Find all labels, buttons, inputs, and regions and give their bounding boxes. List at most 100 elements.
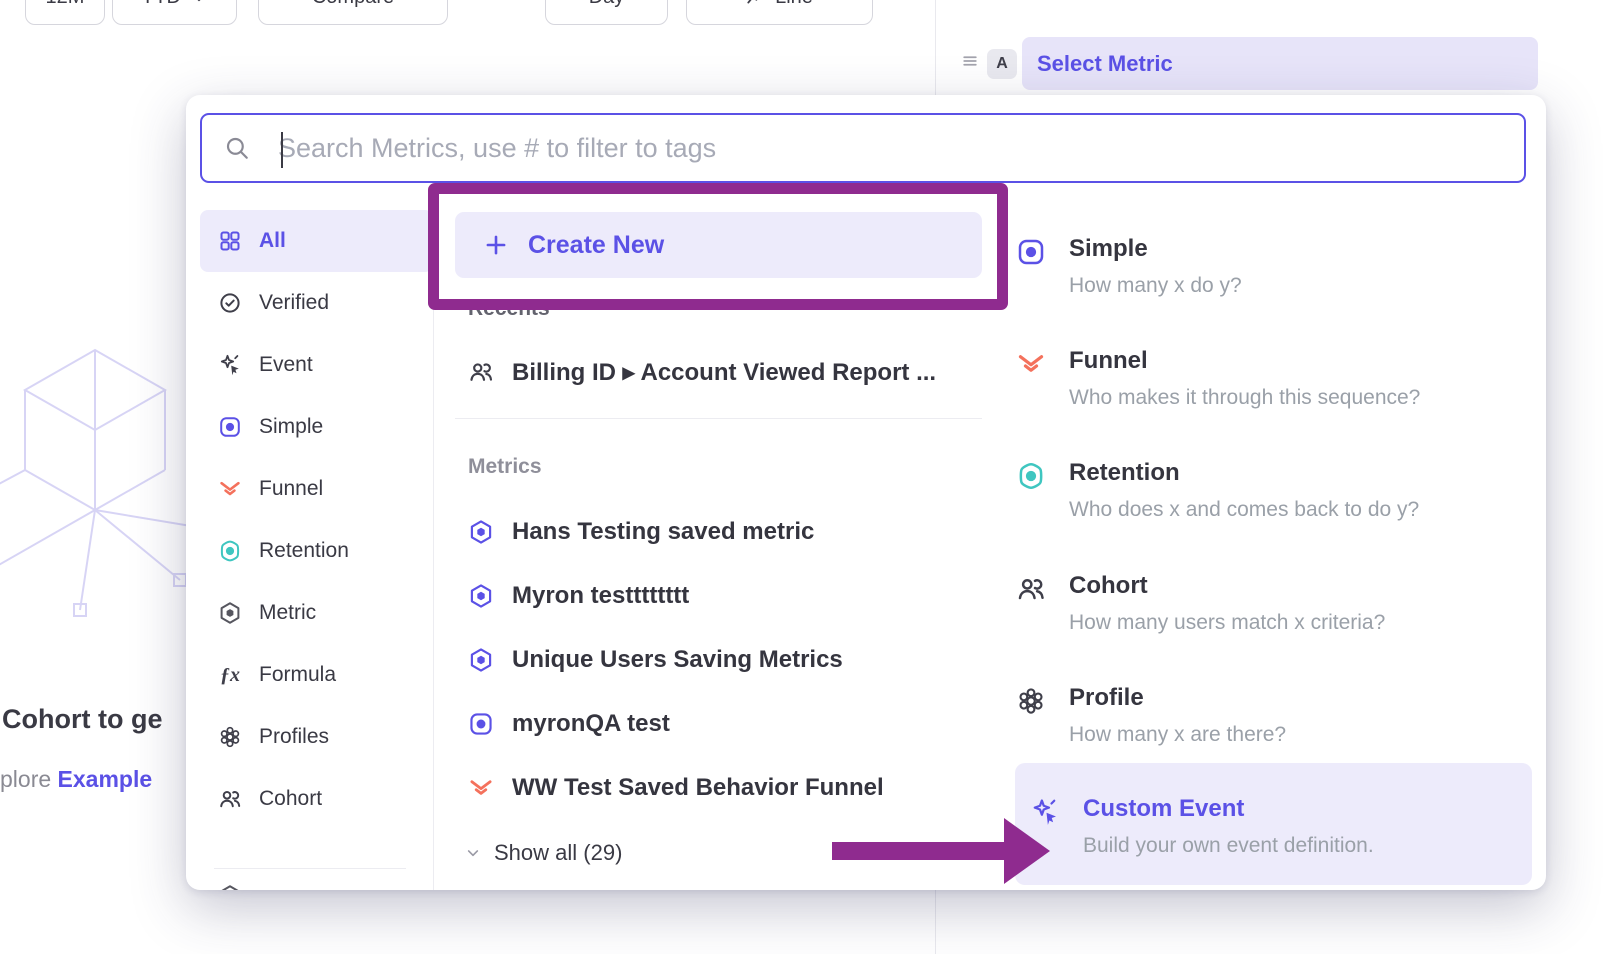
- metric-hexagon-icon: [468, 647, 494, 673]
- metric-type-retention[interactable]: Retention Who does x and comes back to d…: [1015, 459, 1532, 522]
- category-label: All: [259, 229, 286, 253]
- metric-item[interactable]: Unique Users Saving Metrics: [468, 636, 843, 684]
- day-interval-button[interactable]: Day: [545, 0, 668, 25]
- range-12m-button[interactable]: 12M: [25, 0, 105, 25]
- custom-event-sparkle-icon: [1029, 795, 1061, 827]
- plus-icon: [483, 232, 509, 258]
- time-range-group: 12M YTD: [25, 0, 237, 25]
- category-label: Verified: [259, 291, 329, 315]
- sidebar-divider: [214, 868, 406, 869]
- show-all-label: Show all (29): [494, 840, 622, 866]
- funnel-icon: [218, 477, 242, 501]
- metric-type-funnel[interactable]: Funnel Who makes it through this sequenc…: [1015, 347, 1532, 410]
- range-ytd-label: YTD: [141, 0, 181, 9]
- grid-icon: [218, 229, 242, 253]
- recents-divider: [455, 418, 982, 419]
- day-label: Day: [589, 0, 625, 9]
- metric-type-description: Build your own event definition.: [1083, 833, 1374, 858]
- metric-type-title: Profile: [1069, 684, 1286, 712]
- metric-item[interactable]: myronQA test: [468, 700, 670, 748]
- explore-text-fragment: plore: [0, 766, 51, 792]
- search-box: [200, 113, 1526, 183]
- drag-handle-icon[interactable]: [960, 51, 980, 71]
- metric-type-description: How many x do y?: [1069, 273, 1242, 298]
- category-metric[interactable]: Metric: [200, 582, 433, 644]
- category-all[interactable]: All: [200, 210, 433, 272]
- category-funnel[interactable]: Funnel: [200, 458, 433, 520]
- empty-state-subtext: plore Example: [0, 766, 152, 793]
- category-retention[interactable]: Retention: [200, 520, 433, 582]
- retention-icon: [218, 539, 242, 563]
- verified-badge-icon: [218, 291, 242, 315]
- category-event[interactable]: Event: [200, 334, 433, 396]
- sidebar-border: [433, 207, 434, 890]
- profiles-flower-icon: [1015, 684, 1047, 716]
- metric-hexagon-icon: [468, 583, 494, 609]
- simple-metric-icon: [218, 415, 242, 439]
- chevron-down-icon: [464, 844, 482, 862]
- recents-section-label: Recents: [468, 297, 550, 321]
- example-link[interactable]: Example: [58, 766, 153, 792]
- line-chart-icon: [746, 0, 766, 8]
- show-all-button[interactable]: Show all (29): [464, 835, 622, 871]
- recent-item-label: Billing ID ▸ Account Viewed Report ...: [512, 358, 936, 387]
- metric-type-title: Funnel: [1069, 347, 1420, 375]
- metric-item[interactable]: Myron testttttttt: [468, 572, 689, 620]
- category-formula[interactable]: ƒx Formula: [200, 644, 433, 706]
- metric-type-title: Cohort: [1069, 572, 1385, 600]
- metric-hexagon-icon: [468, 519, 494, 545]
- app-root: 12M YTD Compare Day Line Cohort to ge pl…: [0, 0, 1616, 954]
- metric-type-custom-event[interactable]: Custom Event Build your own event defini…: [1029, 795, 1518, 858]
- cohort-people-icon: [468, 359, 494, 385]
- category-cohort[interactable]: Cohort: [200, 768, 433, 830]
- metric-type-cohort[interactable]: Cohort How many users match x criteria?: [1015, 572, 1532, 635]
- row-letter-badge: A: [987, 49, 1017, 79]
- text-caret: [281, 132, 283, 168]
- metric-item-label: Unique Users Saving Metrics: [512, 646, 843, 674]
- range-12m-label: 12M: [46, 0, 85, 9]
- create-new-label: Create New: [528, 231, 664, 260]
- funnel-icon: [1015, 347, 1047, 379]
- recent-item[interactable]: Billing ID ▸ Account Viewed Report ...: [468, 348, 936, 396]
- chart-type-line-button[interactable]: Line: [686, 0, 873, 25]
- category-simple[interactable]: Simple: [200, 396, 433, 458]
- category-verified[interactable]: Verified: [200, 272, 433, 334]
- category-label: Simple: [259, 415, 323, 439]
- empty-state-headline: Cohort to ge: [2, 704, 162, 735]
- cohort-people-icon: [1015, 572, 1047, 604]
- metric-item-label: WW Test Saved Behavior Funnel: [512, 774, 884, 802]
- funnel-icon: [468, 775, 494, 801]
- category-label: Cohort: [259, 787, 322, 811]
- metric-type-description: How many users match x criteria?: [1069, 610, 1385, 635]
- chevron-down-icon: [190, 0, 208, 7]
- metric-type-description: Who makes it through this sequence?: [1069, 385, 1420, 410]
- search-icon: [224, 135, 250, 161]
- simple-metric-icon: [468, 711, 494, 737]
- metric-item[interactable]: Hans Testing saved metric: [468, 508, 814, 556]
- metric-hexagon-icon: [218, 601, 242, 625]
- metric-type-title: Custom Event: [1083, 795, 1374, 823]
- metric-picker-panel: All Verified Event Simple Funnel Retenti…: [186, 95, 1546, 890]
- compare-button[interactable]: Compare: [258, 0, 448, 25]
- simple-metric-icon: [1015, 235, 1047, 267]
- metric-item[interactable]: WW Test Saved Behavior Funnel: [468, 764, 884, 812]
- category-label: Profiles: [259, 725, 329, 749]
- profiles-flower-icon: [218, 725, 242, 749]
- category-label: Metric: [259, 601, 316, 625]
- formula-icon: ƒx: [218, 664, 242, 687]
- category-label: Retention: [259, 539, 349, 563]
- line-label: Line: [775, 0, 813, 9]
- category-profiles[interactable]: Profiles: [200, 706, 433, 768]
- range-ytd-button[interactable]: YTD: [112, 0, 237, 25]
- partial-category-icon: [218, 884, 242, 890]
- metric-type-title: Retention: [1069, 459, 1419, 487]
- cohort-people-icon: [218, 787, 242, 811]
- event-sparkle-icon: [218, 353, 242, 377]
- metric-type-profile[interactable]: Profile How many x are there?: [1015, 684, 1532, 747]
- metric-type-simple[interactable]: Simple How many x do y?: [1015, 235, 1532, 298]
- search-input[interactable]: [250, 133, 1524, 164]
- metric-item-label: myronQA test: [512, 710, 670, 738]
- create-new-button[interactable]: Create New: [455, 212, 982, 278]
- select-metric-button[interactable]: Select Metric: [1022, 37, 1538, 90]
- category-label: Funnel: [259, 477, 323, 501]
